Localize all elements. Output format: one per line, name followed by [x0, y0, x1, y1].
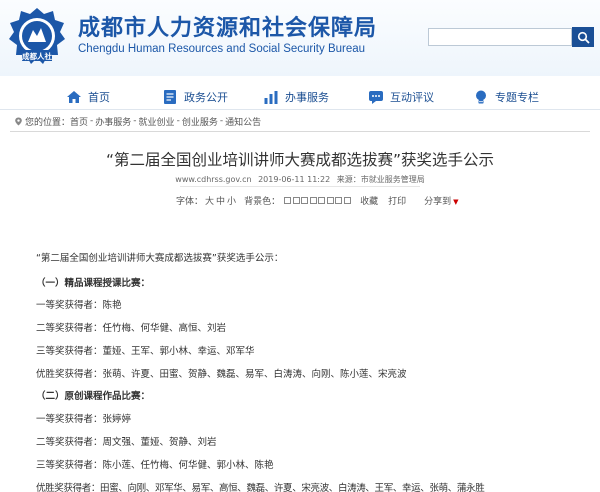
breadcrumb-separator: - — [90, 116, 94, 126]
search-input[interactable] — [428, 28, 572, 46]
font-size-large[interactable]: 大 — [205, 194, 214, 207]
breadcrumb-item-entrepreneurship[interactable]: 创业服务 — [182, 115, 218, 128]
bg-swatch[interactable] — [318, 196, 326, 204]
nav-item-topics[interactable]: 专题专栏 — [473, 87, 539, 107]
meta-source: 来源：市就业服务管理局 — [336, 175, 425, 184]
font-size-small[interactable]: 小 — [227, 194, 236, 207]
bureau-logo[interactable]: 成都人社 — [8, 6, 66, 68]
section-heading: （二）原创课程作品比赛： — [36, 391, 151, 402]
bar-chart-icon — [264, 91, 278, 104]
breadcrumb-separator: - — [133, 116, 137, 126]
divider — [180, 186, 420, 187]
breadcrumb-item-home[interactable]: 首页 — [70, 115, 88, 128]
nav-item-label: 互动评议 — [390, 91, 434, 104]
section-heading: （一）精品课程授课比赛： — [36, 278, 151, 289]
site-subtitle: Chengdu Human Resources and Social Secur… — [78, 43, 366, 55]
award-line: 优胜奖获得者：田蜜、向刚、邓军华、易军、高恒、魏磊、许夏、宋亮波、白涛涛、王军、… — [36, 483, 485, 492]
nav-item-label: 政务公开 — [184, 91, 228, 104]
chat-icon — [369, 91, 383, 104]
bg-swatch[interactable] — [335, 196, 343, 204]
breadcrumb-separator: - — [176, 116, 180, 126]
bg-swatch[interactable] — [343, 196, 351, 204]
nav-item-label: 首页 — [88, 91, 110, 104]
background-swatches — [284, 196, 352, 204]
bg-swatch[interactable] — [284, 196, 292, 204]
logo-text: 成都人社 — [22, 51, 52, 61]
chevron-down-icon: ▼ — [453, 197, 459, 206]
favorite-button[interactable]: 收藏 — [360, 194, 378, 207]
site-title: 成都市人力资源和社会保障局 — [78, 16, 378, 41]
article-meta: www.cdhrss.gov.cn 2019-06-11 11:22 来源：市就… — [0, 174, 600, 185]
award-line: 一等奖获得者：张婷婷 — [36, 414, 132, 425]
font-size-medium[interactable]: 中 — [216, 194, 225, 207]
nav-item-label: 专题专栏 — [495, 91, 539, 104]
bg-swatch[interactable] — [326, 196, 334, 204]
bg-swatch[interactable] — [292, 196, 300, 204]
breadcrumb-separator: - — [219, 116, 224, 126]
breadcrumb-item-employment[interactable]: 就业创业 — [139, 115, 175, 128]
document-icon — [164, 90, 176, 104]
lightbulb-icon — [476, 90, 486, 104]
award-line: 二等奖获得者：周文强、董娅、贺静、刘岩 — [36, 437, 217, 448]
award-line: 二等奖获得者：任竹梅、何华健、高恒、刘岩 — [36, 323, 227, 334]
bg-swatch[interactable] — [309, 196, 317, 204]
divider — [10, 131, 590, 132]
share-button[interactable]: 分享到 ▼ — [424, 194, 458, 207]
nav-item-services[interactable]: 办事服务 — [263, 87, 329, 107]
breadcrumb-prefix: 您的位置： — [25, 117, 71, 128]
home-icon — [67, 91, 81, 103]
meta-site: www.cdhrss.gov.cn — [175, 175, 252, 184]
nav-item-gov-affairs[interactable]: 政务公开 — [162, 87, 228, 107]
share-label: 分享到 — [424, 196, 452, 207]
award-line: 优胜奖获得者：张萌、许夏、田蜜、贺静、魏磊、易军、白涛涛、向刚、陈小莲、宋亮波 — [36, 369, 407, 380]
breadcrumb: 您的位置： 首页 - 办事服务 - 就业创业 - 创业服务 - 通知公告 — [14, 114, 261, 128]
search-button[interactable] — [572, 27, 594, 47]
meta-date: 2019-06-11 11:22 — [258, 175, 331, 184]
breadcrumb-item-notices[interactable]: 通知公告 — [225, 115, 261, 128]
article-title: “第二届全国创业培训讲师大赛成都选拔赛”获奖选手公示 — [105, 151, 495, 169]
nav-item-interaction[interactable]: 互动评议 — [368, 87, 434, 107]
search-icon — [577, 31, 590, 44]
intro-paragraph: “第二届全国创业培训讲师大赛成都选拔赛”获奖选手公示： — [36, 253, 284, 264]
main-nav: 首页 政务公开 办事服务 互动评议 专题专栏 — [0, 84, 600, 110]
article-tools: 字体： 大 中 小 背景色： 收藏 打印 分享到 ▼ — [176, 194, 459, 207]
award-line: 三等奖获得者：董娅、王军、郭小林、幸运、邓军华 — [36, 346, 255, 357]
site-header: 成都人社 成都市人力资源和社会保障局 Chengdu Human Resourc… — [0, 0, 600, 76]
print-button[interactable]: 打印 — [388, 194, 406, 207]
nav-item-home[interactable]: 首页 — [66, 87, 110, 107]
bg-swatch[interactable] — [301, 196, 309, 204]
font-size-label: 字体： — [176, 196, 204, 207]
background-color-label: 背景色： — [244, 196, 281, 207]
location-icon — [15, 117, 22, 125]
award-line: 一等奖获得者：陈艳 — [36, 300, 122, 311]
award-line: 三等奖获得者：陈小莲、任竹梅、何华健、郭小林、陈艳 — [36, 460, 274, 471]
breadcrumb-item-services[interactable]: 办事服务 — [95, 115, 131, 128]
nav-item-label: 办事服务 — [285, 91, 329, 104]
